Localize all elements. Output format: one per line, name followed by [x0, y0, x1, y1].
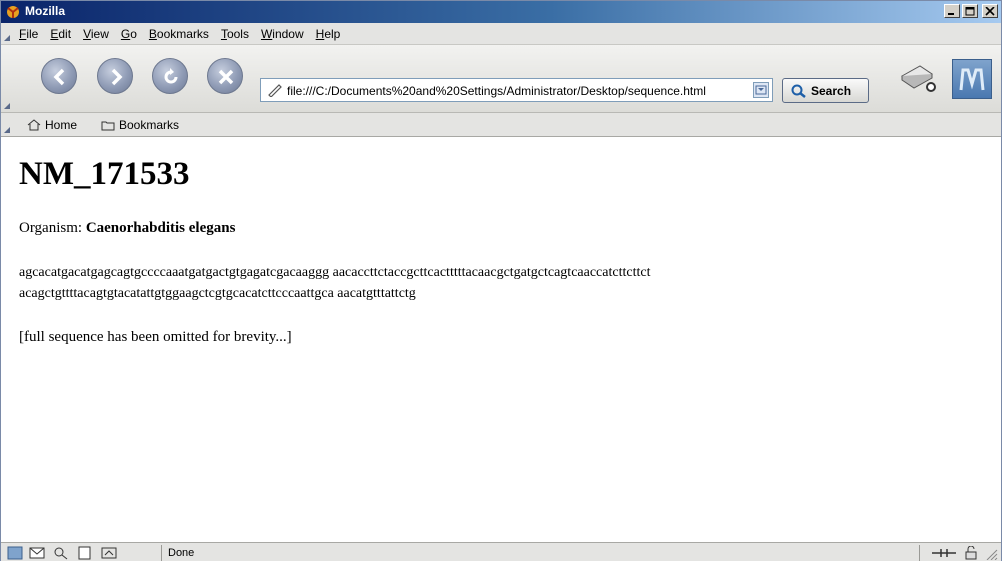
page-content: NM_171533 Organism: Caenorhabditis elega… — [1, 138, 1001, 541]
folder-icon — [101, 121, 115, 131]
page-icon — [268, 84, 282, 97]
menu-tools[interactable]: Tools — [221, 27, 249, 41]
status-divider — [919, 545, 920, 561]
menu-file[interactable]: File — [19, 27, 38, 41]
search-button[interactable]: Search — [782, 78, 869, 103]
home-label: Home — [45, 118, 78, 132]
print-icon[interactable] — [898, 62, 938, 94]
forward-button[interactable] — [97, 58, 133, 94]
address-book-icon[interactable] — [101, 546, 117, 560]
organism-line: Organism: Caenorhabditis elegans — [19, 220, 235, 237]
stop-icon — [218, 69, 234, 85]
online-status-icon[interactable] — [931, 546, 957, 560]
stop-button[interactable] — [207, 58, 243, 94]
personal-toolbar: Home Bookmarks — [1, 113, 1001, 137]
home-button[interactable]: Home — [27, 118, 77, 132]
resize-grip-icon[interactable] — [983, 546, 999, 560]
mail-icon[interactable] — [29, 546, 45, 560]
menu-window[interactable]: Window — [261, 27, 304, 41]
reload-button[interactable] — [152, 58, 188, 94]
url-dropdown-button[interactable] — [753, 82, 769, 98]
maximize-icon — [965, 7, 975, 16]
minimize-button[interactable] — [944, 4, 960, 18]
status-text: Done — [168, 547, 195, 559]
status-bar: Done — [1, 542, 1001, 561]
close-button[interactable] — [982, 4, 998, 18]
toolbar-grip-icon[interactable] — [4, 121, 10, 133]
minimize-icon — [948, 13, 954, 15]
home-icon — [27, 119, 41, 131]
title-bar: Mozilla — [1, 1, 1001, 23]
sequence-line: acagctgttttacagtgtacatattgtggaagctcgtgca… — [19, 286, 416, 301]
menu-view[interactable]: View — [83, 27, 109, 41]
mozilla-m-icon — [959, 68, 985, 91]
mozilla-logo-icon — [7, 6, 19, 18]
maximize-button[interactable] — [962, 4, 978, 18]
url-bar[interactable]: file:///C:/Documents%20and%20Settings/Ad… — [260, 78, 773, 102]
status-divider — [161, 545, 162, 561]
chat-icon[interactable] — [53, 546, 69, 560]
menu-bookmarks[interactable]: Bookmarks — [149, 27, 209, 41]
sequence-line: agcacatgacatgagcagtgccccaaatgatgactgtgag… — [19, 265, 651, 280]
toolbar-grip-icon[interactable] — [4, 97, 10, 109]
search-label: Search — [811, 84, 852, 98]
omitted-note: [full sequence has been omitted for brev… — [19, 329, 292, 345]
url-text[interactable]: file:///C:/Documents%20and%20Settings/Ad… — [287, 84, 706, 98]
page-title: NM_171533 — [19, 156, 190, 192]
search-icon — [791, 84, 806, 98]
organism-label: Organism: — [19, 220, 83, 236]
organism-value: Caenorhabditis elegans — [85, 220, 236, 236]
navigator-icon[interactable] — [7, 546, 23, 560]
toolbar-grip-icon[interactable] — [4, 29, 10, 41]
dropdown-icon — [755, 85, 767, 95]
menu-help[interactable]: Help — [316, 27, 341, 41]
bookmarks-button[interactable]: Bookmarks — [101, 118, 179, 132]
composer-icon[interactable] — [77, 546, 93, 560]
security-lock-icon[interactable] — [963, 546, 979, 560]
sequence-block: agcacatgacatgagcagtgccccaaatgatgactgtgag… — [19, 262, 979, 304]
navigation-toolbar: file:///C:/Documents%20and%20Settings/Ad… — [1, 45, 1001, 113]
close-icon — [985, 7, 995, 16]
menu-edit[interactable]: Edit — [50, 27, 71, 41]
forward-arrow-icon — [111, 68, 123, 86]
window-title: Mozilla — [25, 4, 66, 18]
back-button[interactable] — [41, 58, 77, 94]
menu-go[interactable]: Go — [121, 27, 137, 41]
reload-icon — [164, 68, 178, 84]
menu-bar: File Edit View Go Bookmarks Tools Window… — [1, 23, 1001, 45]
browser-window: Mozilla File Edit View Go Bookmarks Tool… — [0, 0, 1002, 561]
throbber-logo[interactable] — [952, 59, 992, 99]
back-arrow-icon — [53, 68, 65, 86]
bookmarks-label: Bookmarks — [119, 118, 180, 132]
